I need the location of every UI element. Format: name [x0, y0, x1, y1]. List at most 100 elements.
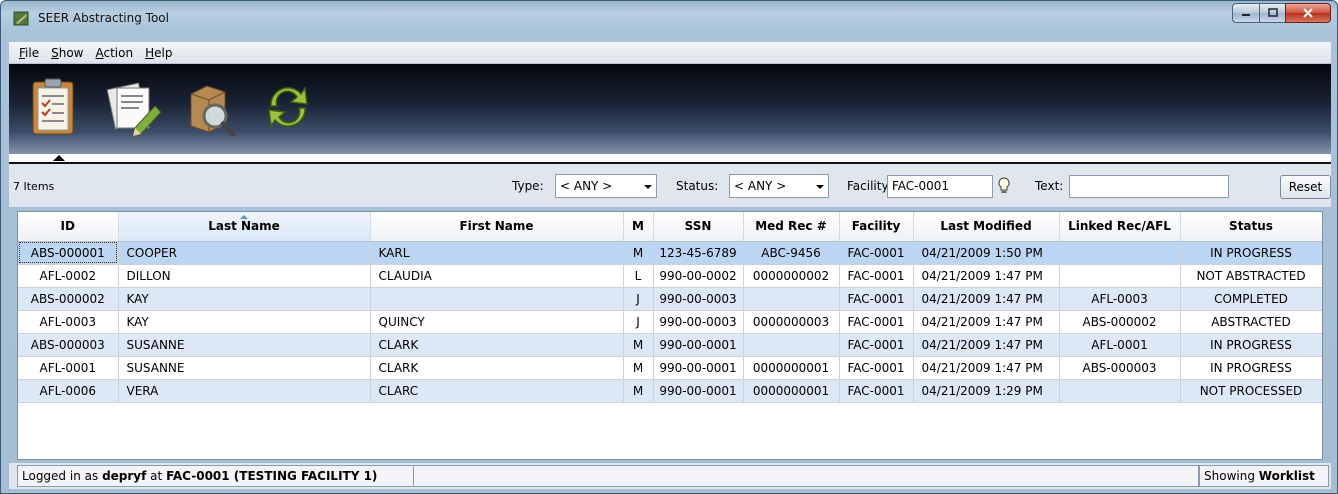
facility-label: Facility: [847, 179, 892, 193]
cell-linked-rec [1059, 264, 1181, 288]
column-header-status[interactable]: Status [1180, 212, 1322, 242]
cell-ssn: 990-00-0001 [653, 379, 744, 403]
menu-file-label: ile [25, 45, 40, 60]
title-bar: SEER Abstracting Tool [1, 1, 1337, 35]
login-status: Logged in as depryf at FAC-0001 (TESTING… [17, 465, 419, 487]
menu-show-label: how [58, 45, 84, 60]
status-message-panel [413, 465, 1199, 487]
column-header-med-rec[interactable]: Med Rec # [743, 212, 840, 242]
cell-last-modified: 04/21/2009 1:47 PM [913, 310, 1060, 334]
cell-ssn: 990-00-0003 [653, 287, 744, 311]
cell-status: ABSTRACTED [1180, 310, 1322, 334]
text-label: Text: [1035, 179, 1064, 193]
table-row[interactable]: AFL-0003 KAY QUINCY J 990-00-0003 0000000003 F… [18, 310, 1322, 334]
column-header-ssn[interactable]: SSN [653, 212, 744, 242]
cell-last-modified: 04/21/2009 1:29 PM [913, 379, 1060, 403]
edit-document-icon [106, 82, 162, 137]
status-select[interactable]: < ANY > [729, 174, 829, 198]
cell-facility: FAC-0001 [839, 379, 914, 403]
worklist-button[interactable] [25, 76, 83, 138]
worklist-table: ID Last Name First Name M SSN Med Rec # … [17, 211, 1323, 460]
close-button[interactable] [1285, 3, 1331, 23]
column-header-facility[interactable]: Facility [839, 212, 914, 242]
app-window: SEER Abstracting Tool File Show Action H… [0, 0, 1338, 494]
menu-help-label: elp [154, 45, 173, 60]
table-header-row: ID Last Name First Name M SSN Med Rec # … [18, 212, 1322, 242]
minimize-icon [1242, 14, 1250, 16]
cell-middle: J [623, 287, 654, 311]
login-at: at [150, 469, 163, 483]
cell-ssn: 990-00-0002 [653, 264, 744, 288]
maximize-button[interactable] [1259, 3, 1285, 23]
table-row[interactable]: AFL-0006 VERA CLARC M 990-00-0001 0000000001 F… [18, 379, 1322, 403]
minimize-button[interactable] [1232, 3, 1259, 23]
window-title: SEER Abstracting Tool [38, 11, 169, 25]
cell-middle: M [623, 333, 654, 357]
cell-last-modified: 04/21/2009 1:50 PM [913, 241, 1060, 265]
cell-ssn: 990-00-0003 [653, 310, 744, 334]
cell-last-name: SUSANNE [118, 356, 371, 380]
facility-input[interactable]: FAC-0001 [887, 175, 993, 198]
filter-bar: 7 Items Type: < ANY > Status: < ANY > Fa… [9, 164, 1331, 207]
view-tab-strip [9, 154, 1331, 164]
cell-linked-rec [1059, 241, 1181, 265]
cell-id: AFL-0003 [18, 310, 119, 334]
cell-med-rec: 0000000001 [743, 356, 840, 380]
cell-linked-rec: ABS-000002 [1059, 310, 1181, 334]
cell-middle: M [623, 241, 654, 265]
active-view-indicator-icon [53, 155, 65, 161]
refresh-button[interactable] [259, 76, 317, 138]
menu-action-label: ction [103, 45, 134, 60]
abstract-button[interactable] [105, 76, 163, 138]
cell-id: AFL-0006 [18, 379, 119, 403]
menu-help[interactable]: Help [139, 46, 178, 60]
status-label: Status: [676, 179, 719, 193]
table-row[interactable]: AFL-0002 DILLON CLAUDIA L 990-00-0002 0000000… [18, 264, 1322, 288]
menu-action[interactable]: Action [89, 46, 139, 60]
cell-med-rec [743, 333, 840, 357]
item-count: 7 Items [13, 180, 55, 193]
cell-id: ABS-000003 [18, 333, 119, 357]
cell-first-name: CLARC [370, 379, 624, 403]
table-row[interactable]: AFL-0001 SUSANNE CLARK M 990-00-0001 00000000… [18, 356, 1322, 380]
column-header-middle[interactable]: M [623, 212, 654, 242]
type-select-value: < ANY > [560, 179, 613, 193]
reset-button[interactable]: Reset [1280, 175, 1331, 199]
column-header-last-name[interactable]: Last Name [118, 212, 371, 242]
cell-status: IN PROGRESS [1180, 241, 1322, 265]
window-controls [1232, 3, 1331, 23]
search-button[interactable] [181, 76, 239, 138]
column-header-linked-rec[interactable]: Linked Rec/AFL [1059, 212, 1181, 242]
search-records-icon [190, 85, 236, 137]
column-header-id[interactable]: ID [18, 212, 119, 242]
menu-file[interactable]: File [13, 46, 45, 60]
cell-last-name: VERA [118, 379, 371, 403]
cell-middle: L [623, 264, 654, 288]
table-row[interactable]: ABS-000002 KAY J 990-00-0003 FAC-0001 04/21/2… [18, 287, 1322, 311]
cell-ssn: 123-45-6789 [653, 241, 744, 265]
cell-id: AFL-0002 [18, 264, 119, 288]
cell-middle: J [623, 310, 654, 334]
login-facility: FAC-0001 (TESTING FACILITY 1) [166, 469, 378, 483]
close-icon [1303, 8, 1313, 18]
cell-linked-rec: AFL-0003 [1059, 287, 1181, 311]
cell-last-modified: 04/21/2009 1:47 PM [913, 287, 1060, 311]
cell-ssn: 990-00-0001 [653, 333, 744, 357]
type-select[interactable]: < ANY > [555, 174, 657, 198]
login-user: depryf [102, 469, 147, 483]
column-header-last-modified[interactable]: Last Modified [913, 212, 1060, 242]
column-header-first-name[interactable]: First Name [370, 212, 624, 242]
toolbar [9, 64, 1331, 154]
cell-last-modified: 04/21/2009 1:47 PM [913, 333, 1060, 357]
app-logo-icon [13, 11, 29, 26]
type-label: Type: [512, 179, 544, 193]
lightbulb-icon[interactable] [997, 177, 1011, 195]
cell-facility: FAC-0001 [839, 264, 914, 288]
table-row[interactable]: ABS-000003 SUSANNE CLARK M 990-00-0001 FAC-00… [18, 333, 1322, 357]
cell-last-name: COOPER [118, 241, 371, 265]
menu-show[interactable]: Show [45, 46, 89, 60]
table-row[interactable]: ABS-000001 COOPER KARL M 123-45-6789 ABC-9456… [18, 241, 1322, 265]
text-search-input[interactable] [1069, 175, 1229, 198]
cell-first-name: CLAUDIA [370, 264, 624, 288]
showing-prefix: Showing [1204, 469, 1255, 483]
